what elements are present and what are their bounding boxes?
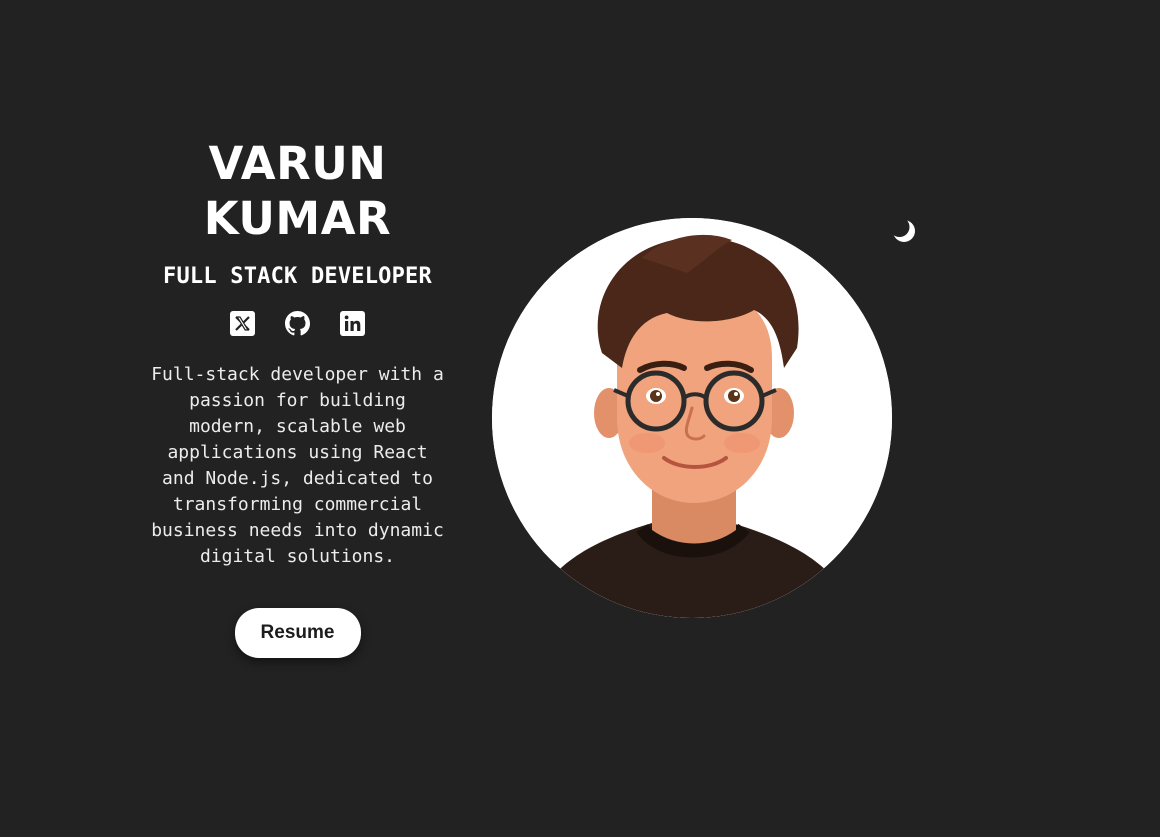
bio-text: Full-stack developer with a passion for … — [151, 364, 444, 567]
linkedin-link[interactable] — [340, 311, 365, 336]
github-link[interactable] — [285, 311, 310, 336]
moon-icon — [891, 218, 915, 242]
avatar — [492, 218, 892, 618]
avatar-illustration — [492, 218, 892, 618]
resume-button[interactable]: Resume — [234, 608, 361, 658]
name-first: VARUN — [208, 137, 387, 190]
page-title: VARUN KUMAR — [204, 136, 391, 246]
hero-section: VARUN KUMAR FULL STACK DEVELOPER Full-st… — [140, 130, 455, 658]
social-links — [230, 311, 365, 336]
theme-toggle-button[interactable] — [890, 217, 918, 245]
name-last: KUMAR — [203, 192, 392, 245]
github-icon — [285, 311, 310, 336]
linkedin-icon — [340, 311, 365, 336]
x-twitter-icon — [230, 311, 255, 336]
job-title: FULL STACK DEVELOPER — [163, 264, 432, 289]
x-twitter-link[interactable] — [230, 311, 255, 336]
